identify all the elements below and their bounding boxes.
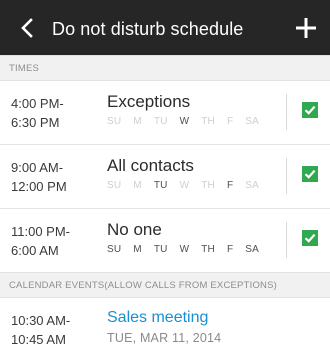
end-time: 12:00 PM [11,179,67,194]
start-time: 10:30 AM- [11,313,71,328]
day-th: TH [201,180,215,191]
end-time: 6:30 PM [11,115,60,130]
back-button[interactable] [14,14,40,42]
schedule-checkbox[interactable] [302,230,318,246]
day-sa: SA [245,244,259,255]
schedule-days: SU M TU W TH F SA [107,116,271,127]
section-header-calendar-events: CALENDAR EVENTS(ALLOW CALLS FROM EXCEPTI… [0,272,330,298]
end-time: 6:00 AM [11,243,59,258]
plus-icon [296,18,316,38]
day-sa: SA [245,116,259,127]
schedule-days: SU M TU W TH F SA [107,244,271,255]
event-title: Sales meeting [107,309,209,326]
row-divider [286,158,287,194]
schedule-name: All contacts [107,156,194,175]
day-tu: TU [153,244,168,255]
page-title: Do not disturb schedule [52,19,244,39]
day-m: M [133,180,142,191]
schedule-name: Exceptions [107,92,191,111]
schedule-row[interactable]: 4:00 PM- 6:30 PM Exceptions SU M TU W TH F SA [0,81,330,145]
schedule-checkbox[interactable] [302,166,318,182]
schedule-row[interactable]: 11:00 PM- 6:00 AM No one SU M TU W TH F SA [0,209,330,273]
day-th: TH [201,116,215,127]
row-divider [286,94,287,130]
event-date: TUE, MAR 11, 2014 [107,331,222,345]
day-w: W [179,116,190,127]
time-range: 4:00 PM- 6:30 PM [11,94,64,132]
row-divider [286,222,287,258]
day-f: F [226,180,234,191]
day-f: F [226,116,234,127]
day-tu: TU [153,116,168,127]
day-m: M [133,244,142,255]
section-header-times: TIMES [0,55,330,81]
day-w: W [179,244,190,255]
day-w: W [179,180,190,191]
app-bar: Do not disturb schedule [0,0,330,55]
start-time: 11:00 PM- [11,224,71,239]
day-su: SU [107,180,122,191]
time-range: 10:30 AM- 10:45 AM [11,311,70,349]
calendar-event-row[interactable]: 10:30 AM- 10:45 AM Sales meeting TUE, MA… [0,298,330,356]
start-time: 4:00 PM- [11,96,64,111]
day-su: SU [107,244,122,255]
schedule-days: SU M TU W TH F SA [107,180,271,191]
time-range: 9:00 AM- 12:00 PM [11,158,67,196]
end-time: 10:45 AM [11,332,66,347]
day-sa: SA [245,180,259,191]
schedule-row[interactable]: 9:00 AM- 12:00 PM All contacts SU M TU W TH F… [0,145,330,209]
day-m: M [133,116,142,127]
day-th: TH [201,244,215,255]
day-su: SU [107,116,122,127]
schedule-checkbox[interactable] [302,102,318,118]
add-schedule-button[interactable] [290,12,322,44]
start-time: 9:00 AM- [11,160,64,175]
schedule-name: No one [107,220,162,239]
day-f: F [226,244,234,255]
chevron-left-icon [21,18,33,38]
time-range: 11:00 PM- 6:00 AM [11,222,70,260]
day-tu: TU [153,180,168,191]
